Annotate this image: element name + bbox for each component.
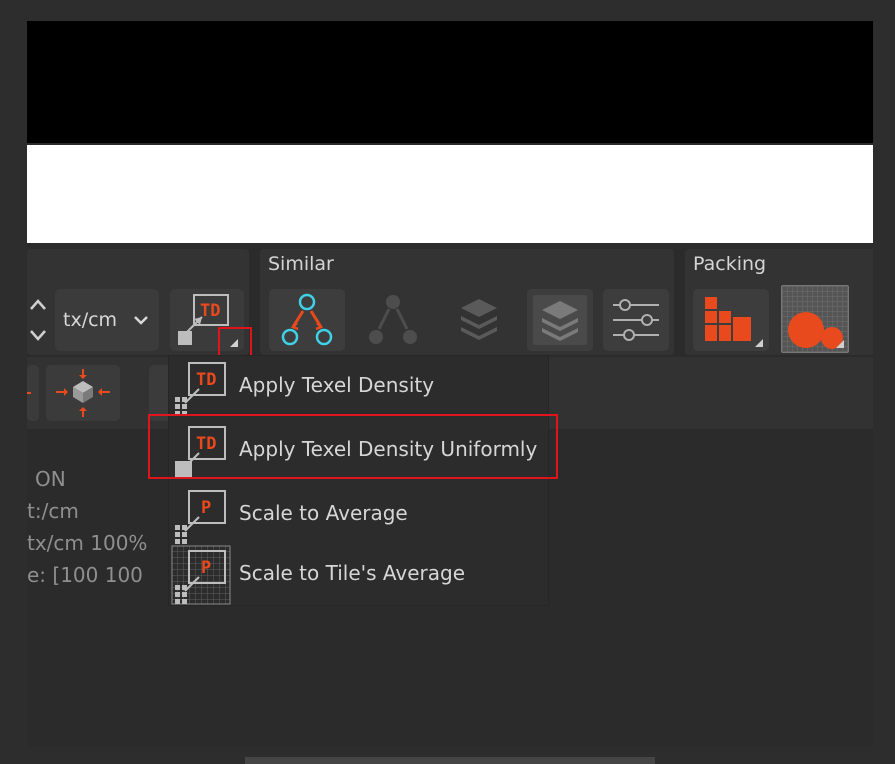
info-line-size: e: [100 100 <box>27 563 143 587</box>
scale-tile-average-icon: P <box>171 545 231 605</box>
menu-item-scale-to-average[interactable]: P Scale to Average <box>169 484 550 546</box>
pack-circles-icon <box>782 286 848 352</box>
info-line-status: ON <box>35 467 66 491</box>
packing-group-title: Packing <box>693 253 767 275</box>
menu-item-label: Apply Texel Density <box>239 373 435 397</box>
info-line-unit: t:/cm <box>27 499 79 523</box>
menu-item-highlight <box>148 414 558 479</box>
texel-density-icon: TD <box>175 362 226 416</box>
unit-select[interactable]: tx/cm <box>55 289 159 351</box>
layers-icon <box>461 299 497 340</box>
similar-group: Similar <box>260 249 674 355</box>
pack-blocks-icon <box>705 297 763 347</box>
menu-item-label: Scale to Average <box>239 501 408 525</box>
center-arrows-icon <box>56 369 110 417</box>
unit-select-value: tx/cm <box>63 309 118 331</box>
similar-group-title: Similar <box>268 253 334 275</box>
hierarchy-icon <box>369 295 417 344</box>
packing-group: Packing <box>685 249 873 355</box>
menu-item-apply-texel-density[interactable]: TD Apply Texel Density <box>169 356 550 418</box>
layers-stack-button[interactable] <box>527 289 593 351</box>
texel-group: tx/cm TD <box>27 249 252 361</box>
info-line-density: tx/cm 100% <box>27 531 148 555</box>
select-similar-button[interactable] <box>269 289 345 351</box>
pack-button[interactable] <box>693 289 769 351</box>
toolbar: tx/cm TD Similar Packing <box>27 245 873 361</box>
layers-stack-icon <box>533 295 587 345</box>
viewport-light-band <box>27 145 873 243</box>
similar-disabled-button[interactable] <box>355 289 431 351</box>
menu-item-label: Scale to Tile's Average <box>239 561 466 585</box>
viewport-dark-band <box>27 21 873 143</box>
layers-button[interactable] <box>441 289 517 351</box>
menu-item-scale-to-tile-average[interactable]: P Scale to Tile's Average <box>169 544 550 606</box>
spinner-arrows-icon <box>30 299 46 341</box>
svg-text:P: P <box>201 558 211 578</box>
similar-settings-button[interactable] <box>603 289 669 351</box>
pack-circles-button[interactable] <box>781 285 849 353</box>
bottom-tab-strip <box>245 757 655 764</box>
secondary-button-cut[interactable] <box>27 365 39 421</box>
svg-text:TD: TD <box>196 370 216 390</box>
chevron-down-icon <box>133 311 149 330</box>
sliders-icon <box>613 299 659 341</box>
center-button[interactable] <box>46 365 120 421</box>
texel-density-menu: TD Apply Texel Density TD Apply Texel De… <box>168 355 549 606</box>
svg-text:TD: TD <box>200 301 220 321</box>
scale-average-icon: P <box>175 490 226 544</box>
svg-text:P: P <box>201 498 211 518</box>
unit-spinner[interactable] <box>27 289 49 351</box>
similar-topology-icon <box>281 293 333 346</box>
